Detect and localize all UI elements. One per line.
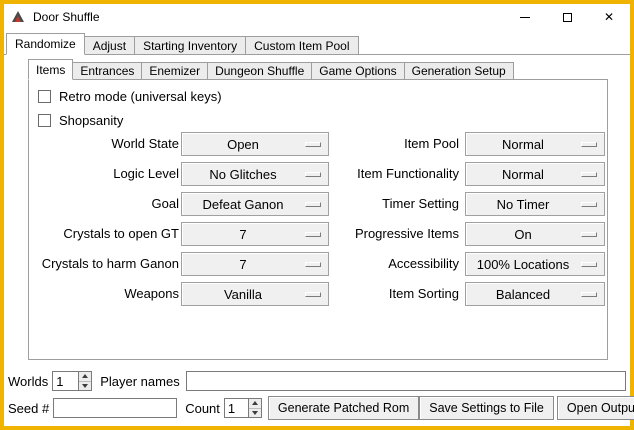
dropdown-indicator-icon bbox=[305, 232, 321, 237]
spin-down-icon bbox=[252, 411, 258, 415]
retro-mode-label: Retro mode (universal keys) bbox=[59, 89, 222, 104]
dropdown-indicator-icon bbox=[305, 142, 321, 147]
accessibility-dropdown[interactable]: 100% Locations bbox=[465, 252, 605, 276]
dropdown-indicator-icon bbox=[305, 292, 321, 297]
tab-items[interactable]: Items bbox=[28, 59, 73, 80]
retro-mode-row: Retro mode (universal keys) bbox=[38, 86, 222, 106]
tab-dungeon-shuffle[interactable]: Dungeon Shuffle bbox=[207, 62, 312, 80]
seed-label: Seed # bbox=[8, 401, 49, 416]
crystals-harm-ganon-label: Crystals to harm Ganon bbox=[29, 252, 179, 276]
close-button[interactable]: ✕ bbox=[588, 4, 630, 30]
tab-adjust[interactable]: Adjust bbox=[84, 36, 135, 55]
worlds-label: Worlds bbox=[8, 374, 48, 389]
goal-label: Goal bbox=[29, 192, 179, 216]
worlds-spinbox[interactable] bbox=[52, 371, 92, 391]
save-settings-button[interactable]: Save Settings to File bbox=[419, 396, 554, 420]
tab-game-options[interactable]: Game Options bbox=[311, 62, 404, 80]
dropdown-indicator-icon bbox=[581, 292, 597, 297]
item-pool-dropdown[interactable]: Normal bbox=[465, 132, 605, 156]
weapons-label: Weapons bbox=[29, 282, 179, 306]
tab-entrances[interactable]: Entrances bbox=[72, 62, 142, 80]
item-sorting-label: Item Sorting bbox=[327, 282, 459, 306]
spin-up-button[interactable] bbox=[79, 372, 91, 382]
dropdown-indicator-icon bbox=[581, 232, 597, 237]
spin-up-button[interactable] bbox=[249, 399, 261, 409]
spin-down-button[interactable] bbox=[79, 382, 91, 391]
titlebar: Door Shuffle ✕ bbox=[4, 4, 630, 30]
dropdown-indicator-icon bbox=[305, 172, 321, 177]
spin-up-icon bbox=[252, 401, 258, 405]
tab-starting-inventory[interactable]: Starting Inventory bbox=[134, 36, 246, 55]
seed-row: Seed # Count Generate Patched Rom Save S… bbox=[8, 396, 626, 420]
seed-input[interactable] bbox=[53, 398, 177, 418]
sub-tabs: Items Entrances Enemizer Dungeon Shuffle… bbox=[28, 59, 513, 80]
retro-mode-checkbox[interactable] bbox=[38, 90, 51, 103]
spinner-arrows bbox=[78, 372, 91, 390]
timer-setting-dropdown[interactable]: No Timer bbox=[465, 192, 605, 216]
app-icon bbox=[10, 9, 26, 25]
weapons-dropdown[interactable]: Vanilla bbox=[181, 282, 329, 306]
item-sorting-dropdown[interactable]: Balanced bbox=[465, 282, 605, 306]
player-names-input[interactable] bbox=[186, 371, 626, 391]
tab-randomize[interactable]: Randomize bbox=[6, 33, 85, 55]
item-functionality-label: Item Functionality bbox=[327, 162, 459, 186]
client-area: Randomize Adjust Starting Inventory Cust… bbox=[4, 30, 630, 426]
count-spinbox[interactable] bbox=[224, 398, 262, 418]
spinner-arrows bbox=[248, 399, 261, 417]
item-functionality-dropdown[interactable]: Normal bbox=[465, 162, 605, 186]
items-panel: Retro mode (universal keys) Shopsanity W… bbox=[28, 79, 608, 360]
spin-down-button[interactable] bbox=[249, 409, 261, 418]
tab-enemizer[interactable]: Enemizer bbox=[141, 62, 208, 80]
world-state-label: World State bbox=[29, 132, 179, 156]
progressive-items-label: Progressive Items bbox=[327, 222, 459, 246]
window-title: Door Shuffle bbox=[33, 10, 100, 24]
dropdown-indicator-icon bbox=[305, 202, 321, 207]
main-tabs: Randomize Adjust Starting Inventory Cust… bbox=[6, 33, 358, 55]
logic-level-dropdown[interactable]: No Glitches bbox=[181, 162, 329, 186]
worlds-row: Worlds Player names bbox=[8, 370, 626, 392]
open-output-button[interactable]: Open Output Directory bbox=[557, 396, 634, 420]
dropdown-indicator-icon bbox=[581, 142, 597, 147]
window-controls: ✕ bbox=[504, 4, 630, 30]
close-icon: ✕ bbox=[604, 11, 614, 23]
world-state-dropdown[interactable]: Open bbox=[181, 132, 329, 156]
crystals-harm-ganon-dropdown[interactable]: 7 bbox=[181, 252, 329, 276]
accessibility-label: Accessibility bbox=[327, 252, 459, 276]
spin-down-icon bbox=[82, 384, 88, 388]
maximize-icon bbox=[563, 13, 572, 22]
maximize-button[interactable] bbox=[546, 4, 588, 30]
dropdown-indicator-icon bbox=[581, 172, 597, 177]
worlds-input[interactable] bbox=[53, 372, 78, 390]
generate-rom-button[interactable]: Generate Patched Rom bbox=[268, 396, 419, 420]
minimize-icon bbox=[520, 17, 530, 18]
item-pool-label: Item Pool bbox=[327, 132, 459, 156]
spin-up-icon bbox=[82, 374, 88, 378]
shopsanity-row: Shopsanity bbox=[38, 110, 123, 130]
goal-dropdown[interactable]: Defeat Ganon bbox=[181, 192, 329, 216]
minimize-button[interactable] bbox=[504, 4, 546, 30]
player-names-label: Player names bbox=[100, 374, 179, 389]
timer-setting-label: Timer Setting bbox=[327, 192, 459, 216]
count-label: Count bbox=[185, 401, 220, 416]
count-input[interactable] bbox=[225, 399, 248, 417]
dropdown-indicator-icon bbox=[581, 202, 597, 207]
dropdown-indicator-icon bbox=[581, 262, 597, 267]
crystals-open-gt-dropdown[interactable]: 7 bbox=[181, 222, 329, 246]
shopsanity-checkbox[interactable] bbox=[38, 114, 51, 127]
progressive-items-dropdown[interactable]: On bbox=[465, 222, 605, 246]
logic-level-label: Logic Level bbox=[29, 162, 179, 186]
shopsanity-label: Shopsanity bbox=[59, 113, 123, 128]
dropdown-indicator-icon bbox=[305, 262, 321, 267]
crystals-open-gt-label: Crystals to open GT bbox=[29, 222, 179, 246]
tab-generation-setup[interactable]: Generation Setup bbox=[404, 62, 514, 80]
tab-custom-item-pool[interactable]: Custom Item Pool bbox=[245, 36, 358, 55]
window: Door Shuffle ✕ Randomize Adjust Starting… bbox=[0, 0, 634, 430]
